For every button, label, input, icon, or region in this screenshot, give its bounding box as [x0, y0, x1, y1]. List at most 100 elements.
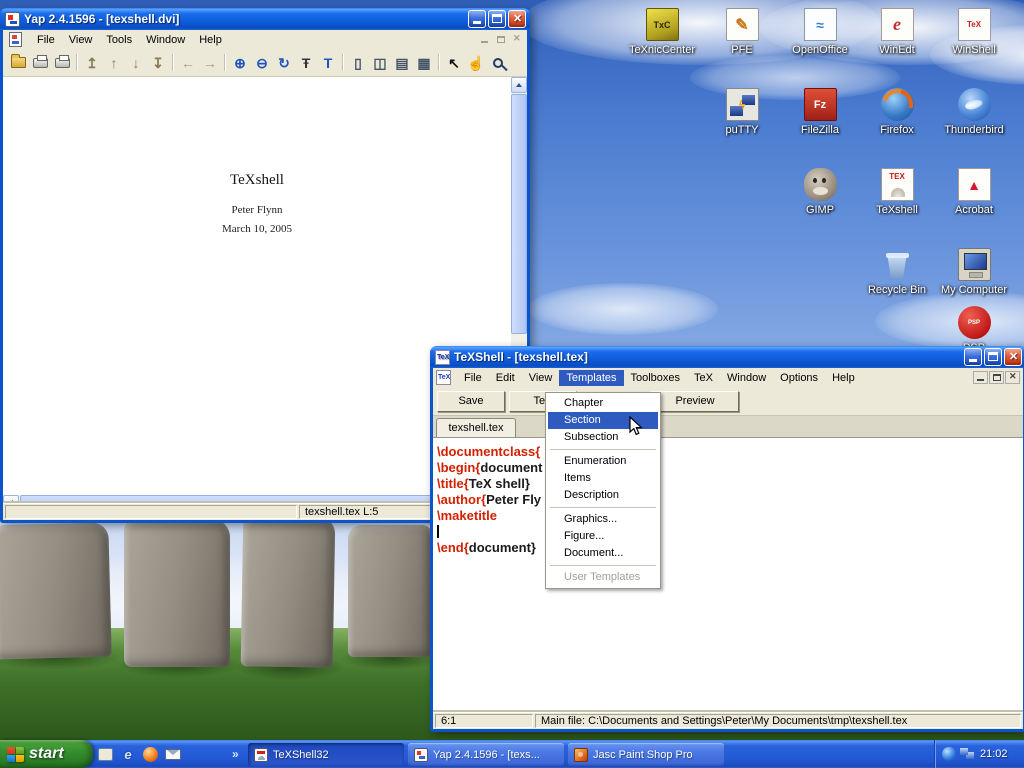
texshell-menu-window[interactable]: Window [720, 370, 773, 386]
templates-item-figure[interactable]: Figure... [548, 528, 658, 545]
yap-menu-window[interactable]: Window [139, 32, 192, 48]
texshell-menu-tex[interactable]: TeX [687, 370, 720, 386]
scroll-up-button[interactable] [511, 77, 527, 93]
tab-texshell-tex[interactable]: texshell.tex [436, 418, 516, 437]
first-page-icon-glyph: ↥ [86, 56, 98, 70]
select-tool-icon[interactable]: ↖ [443, 52, 465, 73]
yap-menu-file[interactable]: File [30, 32, 62, 48]
texshell-editor[interactable]: \documentclass{\begin{document\title{TeX… [433, 438, 1023, 712]
taskbar-clock[interactable]: 21:02 [980, 748, 1008, 760]
templates-item-description[interactable]: Description [548, 487, 658, 504]
texshell-mdi-buttons [972, 371, 1020, 384]
mdi-close-button[interactable] [1005, 371, 1020, 384]
desktop-icon-firefox[interactable]: Firefox [859, 88, 935, 136]
templates-item-graphics[interactable]: Graphics... [548, 511, 658, 528]
texshell-menu-templates[interactable]: Templates [559, 370, 623, 386]
desktop-icon-putty[interactable]: ϟpuTTY [704, 88, 780, 136]
mdi-minimize-button[interactable] [477, 33, 492, 46]
templates-item-enumeration[interactable]: Enumeration [548, 453, 658, 470]
toolbar-separator [172, 54, 174, 71]
next-page-icon[interactable]: ↓ [125, 52, 147, 73]
yap-titlebar[interactable]: Yap 2.4.1596 - [texshell.dvi] [0, 8, 530, 30]
texshell-menu-options[interactable]: Options [773, 370, 825, 386]
code-segment: \title{ [437, 476, 469, 491]
yap-minimize-button[interactable] [468, 10, 486, 28]
texshell-close-button[interactable] [1004, 348, 1022, 366]
continuous-icon[interactable]: ▤ [391, 52, 413, 73]
mail-icon[interactable] [165, 749, 181, 760]
mdi-restore-button[interactable] [493, 33, 508, 46]
texshell-menu-view[interactable]: View [522, 370, 560, 386]
prev-page-icon[interactable]: ↑ [103, 52, 125, 73]
open-icon[interactable] [7, 52, 29, 73]
taskbar-button-jasc-paint-shop-pro[interactable]: Jasc Paint Shop Pro [568, 743, 724, 766]
desktop-icon-label: FileZilla [782, 124, 858, 136]
update-icon[interactable] [942, 747, 956, 761]
desktop-icon-openoffice[interactable]: ≈OpenOffice [782, 8, 858, 56]
texshell-menu-toolboxes[interactable]: Toolboxes [624, 370, 688, 386]
start-button-label: start [29, 745, 64, 763]
yap-maximize-button[interactable] [488, 10, 506, 28]
mdi-close-button[interactable] [509, 33, 524, 46]
save-button[interactable]: Save [437, 391, 505, 412]
desktop-icon-winedt[interactable]: eWinEdt [859, 8, 935, 56]
yap-menu-tools[interactable]: Tools [99, 32, 139, 48]
desktop-icon-pfe[interactable]: ✎PFE [704, 8, 780, 56]
desktop-icon-filezilla[interactable]: FzFileZilla [782, 88, 858, 136]
texshell-menu-edit[interactable]: Edit [489, 370, 522, 386]
desktop-icon-thunderbird[interactable]: Thunderbird [936, 88, 1012, 136]
firefox-icon[interactable] [143, 747, 158, 762]
texshell-maximize-button[interactable] [984, 348, 1002, 366]
refresh-icon[interactable]: ↻ [273, 52, 295, 73]
mdi-minimize-button[interactable] [973, 371, 988, 384]
back-icon[interactable]: ← [177, 52, 199, 73]
taskbar-button-yap-2-4-1596-texs[interactable]: Yap 2.4.1596 - [texs... [408, 743, 564, 766]
single-page-icon[interactable]: ▯ [347, 52, 369, 73]
templates-item-chapter[interactable]: Chapter [548, 395, 658, 412]
desktop-icon-label: Acrobat [936, 204, 1012, 216]
preview-button[interactable]: Preview [651, 391, 739, 412]
yap-close-button[interactable] [508, 10, 526, 28]
texshell-menu-help[interactable]: Help [825, 370, 862, 386]
desktop-icon-my-computer[interactable]: My Computer [936, 248, 1012, 296]
desktop-icon-gimp[interactable]: GIMP [782, 168, 858, 216]
vertical-scrollbar-thumb[interactable] [511, 94, 527, 334]
zoom-out-icon[interactable]: ⊖ [251, 52, 273, 73]
print-icon[interactable] [29, 52, 51, 73]
desktop-icon-winshell[interactable]: TeXWinShell [936, 8, 1012, 56]
internet-explorer-icon[interactable]: e [120, 746, 136, 762]
continuous-facing-icon[interactable]: ▦ [413, 52, 435, 73]
quick-launch-overflow-chevron[interactable]: » [232, 747, 239, 761]
start-button[interactable]: start [0, 740, 93, 768]
print-setup-icon[interactable] [51, 52, 73, 73]
templates-item-document[interactable]: Document... [548, 545, 658, 562]
desktop-icon-texshell[interactable]: TEXTeXshell [859, 168, 935, 216]
text-mode-icon[interactable]: T [317, 52, 339, 73]
texshell-titlebar[interactable]: TeXShell - [texshell.tex] [430, 346, 1024, 368]
desktop-icon-recycle-bin[interactable]: Recycle Bin [859, 248, 935, 296]
toolbar-separator [342, 54, 344, 71]
code-segment: \begin{ [437, 460, 480, 475]
zoom-in-icon[interactable]: ⊕ [229, 52, 251, 73]
texshell-minimize-button[interactable] [964, 348, 982, 366]
show-desktop-icon[interactable] [98, 748, 113, 761]
yap-menu-help[interactable]: Help [192, 32, 229, 48]
network-icon[interactable] [960, 748, 975, 760]
mdi-restore-button[interactable] [989, 371, 1004, 384]
templates-item-items[interactable]: Items [548, 470, 658, 487]
magnifier-tool-icon[interactable] [487, 52, 509, 73]
minimize-icon [481, 41, 488, 43]
yap-menu-view[interactable]: View [62, 32, 100, 48]
texshell-menu-file[interactable]: File [457, 370, 489, 386]
editor-line: \maketitle [437, 508, 1023, 524]
desktop-icon-label: WinEdt [859, 44, 935, 56]
facing-pages-icon[interactable]: ◫ [369, 52, 391, 73]
taskbar-button-texshell32[interactable]: TeXShell32 [248, 743, 404, 766]
desktop-icon-texniccenter[interactable]: TxCTeXnicCenter [624, 8, 700, 56]
desktop-icon-acrobat[interactable]: ▲Acrobat [936, 168, 1012, 216]
last-page-icon[interactable]: ↧ [147, 52, 169, 73]
hand-tool-icon[interactable]: ☝ [465, 52, 487, 73]
first-page-icon[interactable]: ↥ [81, 52, 103, 73]
text-ruler-icon[interactable]: Ŧ [295, 52, 317, 73]
forward-icon[interactable]: → [199, 52, 221, 73]
